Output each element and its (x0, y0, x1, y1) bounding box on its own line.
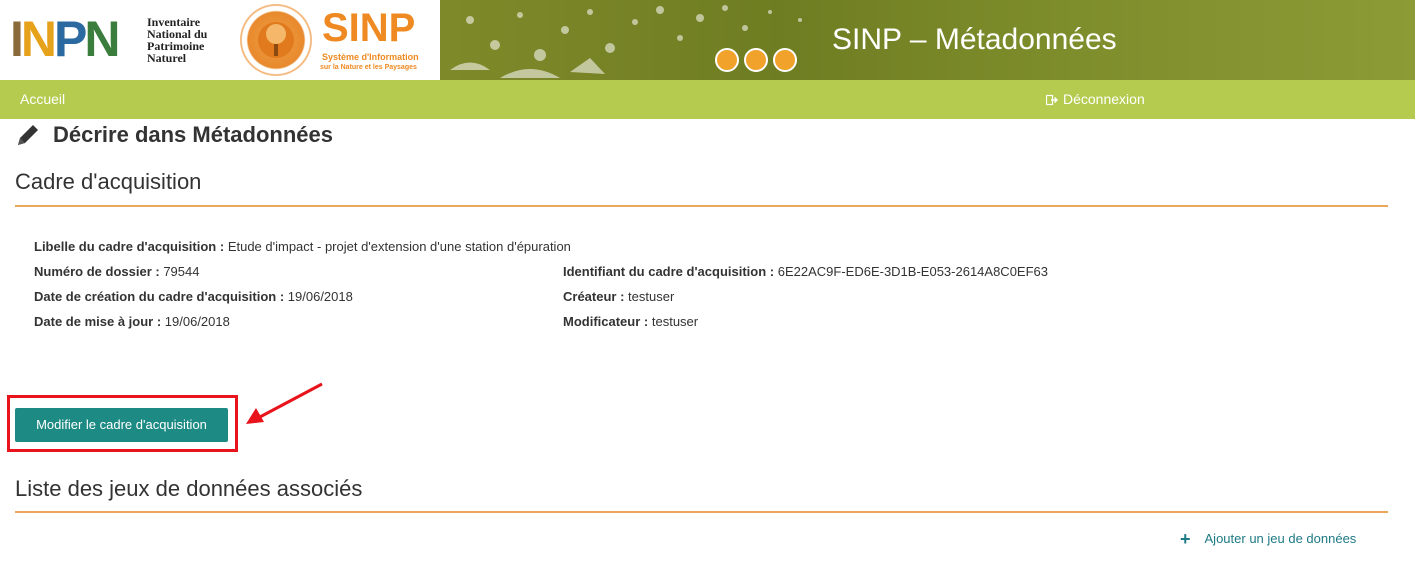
field-label: Libelle du cadre d'acquisition : (34, 239, 225, 254)
top-navbar: Accueil Déconnexion (0, 80, 1415, 119)
libelle-field: Libelle du cadre d'acquisition : Etude d… (34, 239, 571, 255)
inpn-text-line: Naturel (147, 51, 187, 65)
logo-area: INPN Inventaire National du Patrimoine N… (0, 0, 440, 80)
field-value: 19/06/2018 (164, 314, 230, 329)
app-title: SINP – Métadonnées (832, 23, 1117, 56)
pencil-icon (18, 125, 38, 145)
section-divider (15, 205, 1388, 207)
field-label: Date de mise à jour : (34, 314, 162, 329)
createur-field: Créateur : testuser (563, 289, 674, 305)
field-label: Identifiant du cadre d'acquisition : (563, 264, 775, 279)
cadre-section-title: Cadre d'acquisition (15, 169, 202, 194)
modificateur-field: Modificateur : testuser (563, 314, 698, 330)
page-title: Décrire dans Métadonnées (53, 122, 333, 147)
field-value: testuser (628, 289, 675, 304)
field-label: Modificateur : (563, 314, 649, 329)
add-dataset-link[interactable]: + Ajouter un jeu de données (1180, 530, 1356, 548)
date-creation-field: Date de création du cadre d'acquisition … (34, 289, 353, 305)
sinp-seal-logo (240, 4, 312, 76)
inpn-logo[interactable]: INPN (10, 14, 142, 64)
tree-icon (258, 22, 294, 58)
jeux-section-title: Liste des jeux de données associés (15, 476, 363, 501)
page-heading: Décrire dans Métadonnées (15, 120, 333, 150)
logout-link[interactable]: Déconnexion (1046, 91, 1145, 108)
field-value: 19/06/2018 (287, 289, 353, 304)
field-value: testuser (651, 314, 699, 329)
identifiant-field: Identifiant du cadre d'acquisition : 6E2… (563, 264, 1048, 280)
sinp-logo-title: SINP (322, 6, 416, 50)
section-divider (15, 511, 1388, 513)
field-label: Créateur : (563, 289, 625, 304)
sinp-logo-subtitle-2: sur la Nature et les Paysages (320, 64, 417, 71)
plus-icon: + (1180, 529, 1191, 549)
header-banner: INPN Inventaire National du Patrimoine N… (0, 0, 1415, 80)
nature-silhouettes-decoration (450, 5, 802, 78)
numero-dossier-field: Numéro de dossier : 79544 (34, 264, 199, 280)
field-value: 79544 (163, 264, 200, 279)
add-dataset-label: Ajouter un jeu de données (1204, 531, 1357, 546)
sinp-logo-subtitle: Système d'Information (322, 52, 419, 62)
logout-label: Déconnexion (1063, 91, 1145, 107)
field-label: Numéro de dossier : (34, 264, 160, 279)
nav-home-link[interactable]: Accueil (20, 91, 65, 108)
nature-badge-icons (715, 48, 797, 72)
field-value: 6E22AC9F-ED6E-3D1B-E053-2614A8C0EF63 (777, 264, 1048, 279)
edit-cadre-button[interactable]: Modifier le cadre d'acquisition (15, 408, 228, 442)
field-label: Date de création du cadre d'acquisition … (34, 289, 285, 304)
red-arrow-annotation (246, 382, 323, 424)
inpn-logo-text: Inventaire National du Patrimoine Nature… (147, 16, 207, 64)
field-value: Etude d'impact - projet d'extension d'un… (227, 239, 571, 254)
sign-out-icon (1046, 94, 1058, 105)
date-maj-field: Date de mise à jour : 19/06/2018 (34, 314, 230, 330)
